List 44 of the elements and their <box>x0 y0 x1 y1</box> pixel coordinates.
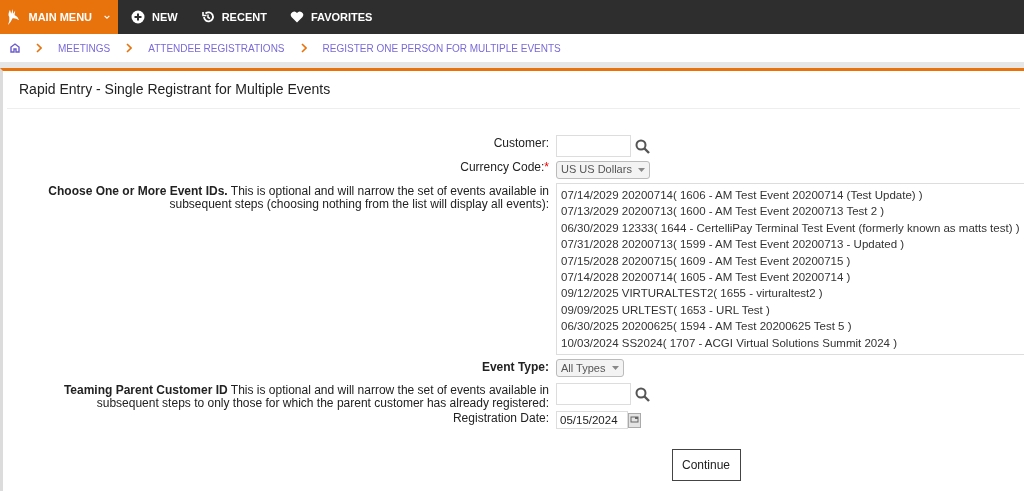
currency-dropdown[interactable]: US US Dollars <box>556 160 650 179</box>
heart-icon <box>289 10 304 24</box>
calendar-icon <box>628 412 641 428</box>
breadcrumb-link[interactable]: MEETINGS <box>58 40 111 56</box>
chevron-right-icon <box>300 43 307 53</box>
panel-title: Rapid Entry - Single Registrant for Multiple Events <box>7 71 1020 109</box>
field-label: Event Type: <box>480 359 549 377</box>
event-option[interactable]: 07/14/2029 20200714( 1606 - AM Test Event 20200714 (Test Update) ) <box>561 187 1024 204</box>
search-icon <box>635 386 650 402</box>
registration-date-input-field[interactable]: 05/15/2024 <box>556 411 628 430</box>
history-icon <box>200 10 215 24</box>
breadcrumb-link[interactable]: ATTENDEE REGISTRATIONS <box>148 40 285 56</box>
caret-down-icon <box>638 167 645 172</box>
field-label: Registration Date: <box>451 410 549 428</box>
event-option[interactable]: 07/13/2029 20200713( 1600 - AM Test Event 20200713 Test 2 ) <box>561 203 1024 220</box>
search-icon <box>635 138 650 154</box>
event-type-dropdown[interactable]: All Types <box>556 359 624 378</box>
event-option[interactable]: 07/14/2028 20200714( 1605 - AM Test Event 20200714 ) <box>561 269 1024 286</box>
caret-down-icon <box>612 366 619 371</box>
nav-menu-item[interactable]: FAVORITES <box>289 0 373 34</box>
event-option[interactable]: 09/09/2025 URLTEST( 1653 - URL Test ) <box>561 301 1024 319</box>
chevron-down-icon <box>104 14 110 20</box>
field-label: Currency Code: <box>460 161 545 176</box>
field-label: Customer: <box>492 135 549 152</box>
nav-menu-item[interactable]: RECENT <box>200 0 267 34</box>
field-label: Choose One or More Event IDs. This is optional and will narrow the set of events available in subsequent steps (choosing nothing from the list will display all events): <box>47 183 549 213</box>
event-listbox[interactable] <box>556 183 1024 356</box>
event-option[interactable]: 07/31/2028 20200713( 1599 - AM Test Event 20200713 - Updated ) <box>561 236 1024 253</box>
home-icon <box>10 43 20 53</box>
teaming-parent-input-field[interactable] <box>556 383 631 406</box>
event-option[interactable]: 07/15/2028 20200715( 1609 - AM Test Event 20200715 ) <box>561 252 1024 270</box>
chevron-right-icon <box>126 43 133 53</box>
event-option[interactable]: 09/12/2025 VIRTURALTEST2( 1655 - virturaltest2 ) <box>561 285 1024 302</box>
customer-input-field[interactable] <box>556 135 631 157</box>
event-option[interactable]: 10/03/2024 SS2024( 1707 - ACGI Virtual Solutions Summit 2024 ) <box>561 334 1024 352</box>
plus-circle-icon <box>131 10 145 24</box>
breadcrumb-link[interactable]: REGISTER ONE PERSON FOR MULTIPLE EVENTS <box>322 40 561 56</box>
required-mark: * <box>544 161 549 176</box>
nav-menu-item[interactable]: NEW <box>131 0 178 34</box>
field-label: Teaming Parent Customer ID This is optional and will narrow the set of events available in subsequent steps to only those for which the parent customer has already registered: <box>62 382 549 411</box>
event-option[interactable]: 06/30/2025 20200625( 1594 - AM Test 20200625 Test 5 ) <box>561 318 1024 335</box>
chevron-right-icon <box>36 43 42 53</box>
event-option[interactable]: 06/30/2029 12333( 1644 - CertelliPay Terminal Test Event (formerly known as matts test) ) <box>561 219 1024 237</box>
continue-button[interactable]: Continue <box>671 449 741 482</box>
